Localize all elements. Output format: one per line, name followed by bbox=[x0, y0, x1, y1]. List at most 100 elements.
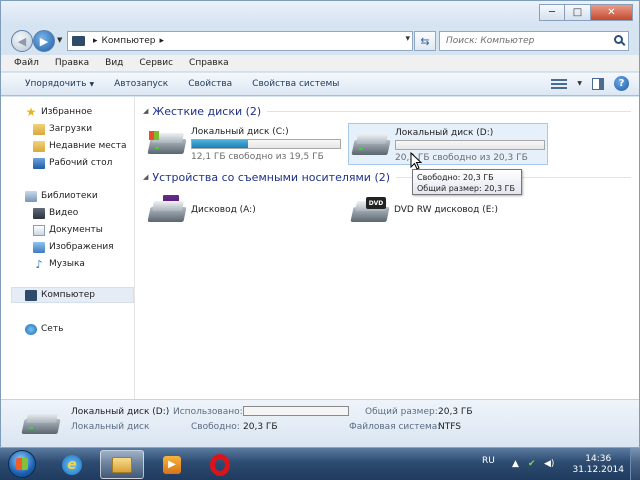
organize-button[interactable]: Упорядочить ▼ bbox=[15, 79, 104, 89]
breadcrumb-separator-icon[interactable]: ▸ bbox=[93, 36, 98, 46]
breadcrumb-computer[interactable]: Компьютер bbox=[102, 36, 156, 46]
filesystem-value: NTFS bbox=[438, 422, 461, 432]
drive-name: DVD RW дисковод (E:) bbox=[394, 205, 498, 215]
minimize-button[interactable]: ─ bbox=[539, 4, 565, 21]
back-button[interactable]: ◀ bbox=[11, 30, 33, 52]
sidebar-item-documents[interactable]: Документы bbox=[33, 222, 103, 238]
autorun-button[interactable]: Автозапуск bbox=[104, 79, 178, 89]
menu-view[interactable]: Вид bbox=[102, 58, 126, 68]
menu-bar: Файл Правка Вид Сервис Справка bbox=[1, 55, 639, 72]
opera-icon bbox=[210, 453, 230, 476]
search-input[interactable] bbox=[446, 36, 606, 46]
network-status-icon[interactable]: ✔ bbox=[528, 459, 536, 469]
computer-icon bbox=[25, 289, 37, 301]
downloads-folder-icon bbox=[33, 123, 45, 135]
help-button[interactable]: ? bbox=[614, 76, 629, 91]
properties-button[interactable]: Свойства bbox=[178, 79, 242, 89]
taskbar-opera[interactable] bbox=[198, 450, 242, 479]
navigation-row: ◀ ▶ ▼ ▸ Компьютер ▸ ▾ ⇆ bbox=[1, 28, 639, 54]
sidebar-item-downloads[interactable]: Загрузки bbox=[33, 121, 92, 137]
search-icon[interactable] bbox=[614, 35, 623, 44]
taskbar-explorer[interactable] bbox=[100, 450, 144, 479]
title-bar[interactable]: ─ □ ✕ bbox=[1, 1, 639, 27]
sidebar-item-music[interactable]: ♪ Музыка bbox=[33, 256, 85, 272]
taskbar: e ▶ RU ▲ ✔ ◀) 14:36 31.12.2014 bbox=[0, 447, 640, 480]
sidebar-item-network[interactable]: Сеть bbox=[25, 321, 63, 337]
drive-name: Дисковод (A:) bbox=[191, 205, 256, 215]
hard-drive-icon bbox=[351, 132, 391, 158]
sidebar-item-images[interactable]: Изображения bbox=[33, 239, 114, 255]
system-properties-button[interactable]: Свойства системы bbox=[242, 79, 349, 89]
maximize-button[interactable]: □ bbox=[565, 4, 591, 21]
drive-name: Локальный диск (D:) bbox=[395, 128, 494, 138]
taskbar-media-player[interactable]: ▶ bbox=[150, 450, 194, 479]
menu-edit[interactable]: Правка bbox=[52, 58, 92, 68]
sidebar-item-computer[interactable]: Компьютер bbox=[11, 287, 134, 303]
hard-drive-icon bbox=[147, 131, 187, 157]
group-header-removable[interactable]: ◢ Устройства со съемными носителями (2) bbox=[143, 169, 631, 185]
drive-usage-bar bbox=[191, 139, 341, 149]
used-label: Использовано: bbox=[173, 407, 243, 417]
volume-icon[interactable]: ◀) bbox=[544, 459, 554, 469]
menu-tools[interactable]: Сервис bbox=[136, 58, 176, 68]
sidebar-item-video[interactable]: Видео bbox=[33, 205, 78, 221]
preview-pane-icon[interactable] bbox=[592, 77, 604, 90]
refresh-button[interactable]: ⇆ bbox=[414, 31, 436, 51]
recent-places-icon bbox=[33, 140, 45, 152]
language-indicator[interactable]: RU bbox=[482, 456, 495, 466]
drive-free-space: 12,1 ГБ свободно из 19,5 ГБ bbox=[191, 152, 324, 162]
breadcrumb-separator-icon[interactable]: ▸ bbox=[159, 36, 164, 46]
computer-icon bbox=[72, 36, 85, 46]
change-view-icon[interactable] bbox=[551, 77, 568, 91]
sidebar-item-label: Музыка bbox=[49, 259, 85, 269]
sidebar-item-label: Библиотеки bbox=[41, 191, 98, 201]
search-box[interactable] bbox=[439, 31, 629, 51]
drive-tile-d[interactable]: Локальный диск (D:) 20,3 ГБ свободно из … bbox=[348, 123, 548, 165]
collapse-arrow-icon[interactable]: ◢ bbox=[143, 107, 148, 115]
collapse-arrow-icon[interactable]: ◢ bbox=[143, 173, 148, 181]
window-controls: ─ □ ✕ bbox=[539, 4, 633, 21]
folder-icon bbox=[112, 456, 132, 473]
group-header-hard-drives[interactable]: ◢ Жесткие диски (2) bbox=[143, 103, 631, 119]
internet-explorer-icon: e bbox=[62, 454, 82, 475]
start-button[interactable] bbox=[8, 450, 36, 478]
video-library-icon bbox=[33, 207, 45, 219]
menu-file[interactable]: Файл bbox=[11, 58, 42, 68]
dvd-drive-icon: DVD bbox=[350, 197, 390, 225]
desktop-icon bbox=[33, 157, 45, 169]
drive-tile-a[interactable]: Дисковод (A:) bbox=[145, 191, 345, 233]
windows-logo-icon bbox=[149, 131, 159, 140]
command-bar: Упорядочить ▼ Автозапуск Свойства Свойств… bbox=[1, 73, 639, 96]
usage-fill bbox=[192, 140, 249, 148]
sidebar-item-label: Изображения bbox=[49, 242, 114, 252]
free-label: Свободно: bbox=[191, 422, 240, 432]
address-bar[interactable]: ▸ Компьютер ▸ ▾ bbox=[67, 31, 413, 51]
close-button[interactable]: ✕ bbox=[591, 4, 633, 21]
menu-help[interactable]: Справка bbox=[186, 58, 232, 68]
drive-name: Локальный диск (C:) bbox=[191, 127, 289, 137]
forward-button[interactable]: ▶ bbox=[33, 30, 55, 52]
clock-date: 31.12.2014 bbox=[572, 465, 624, 475]
recent-pages-dropdown[interactable]: ▼ bbox=[57, 36, 62, 44]
drive-tile-e[interactable]: DVD DVD RW дисковод (E:) bbox=[348, 191, 548, 233]
sidebar-item-libraries[interactable]: Библиотеки bbox=[25, 188, 98, 204]
sidebar-item-label: Загрузки bbox=[49, 124, 93, 134]
show-desktop-button[interactable] bbox=[630, 448, 640, 480]
sidebar-item-favorites[interactable]: ★ Избранное bbox=[25, 104, 93, 120]
details-usage-bar bbox=[243, 406, 349, 416]
view-options-dropdown-icon[interactable]: ▼ bbox=[577, 80, 582, 87]
sidebar-item-recent[interactable]: Недавние места bbox=[33, 138, 127, 154]
sidebar-item-label: Недавние места bbox=[49, 141, 127, 151]
drive-tile-c[interactable]: Локальный диск (C:) 12,1 ГБ свободно из … bbox=[145, 123, 345, 165]
free-value: 20,3 ГБ bbox=[243, 422, 278, 432]
star-icon: ★ bbox=[25, 104, 37, 119]
filesystem-label: Файловая система: bbox=[349, 422, 441, 432]
clock[interactable]: 14:36 31.12.2014 bbox=[572, 454, 624, 476]
taskbar-ie[interactable]: e bbox=[50, 450, 94, 479]
show-hidden-icons-icon[interactable]: ▲ bbox=[512, 459, 519, 469]
address-dropdown-icon[interactable]: ▾ bbox=[405, 34, 410, 44]
chevron-down-icon: ▼ bbox=[89, 81, 95, 88]
drive-tooltip: Свободно: 20,3 ГБ Общий размер: 20,3 ГБ bbox=[412, 169, 522, 195]
total-value: 20,3 ГБ bbox=[438, 407, 473, 417]
sidebar-item-desktop[interactable]: Рабочий стол bbox=[33, 155, 112, 171]
